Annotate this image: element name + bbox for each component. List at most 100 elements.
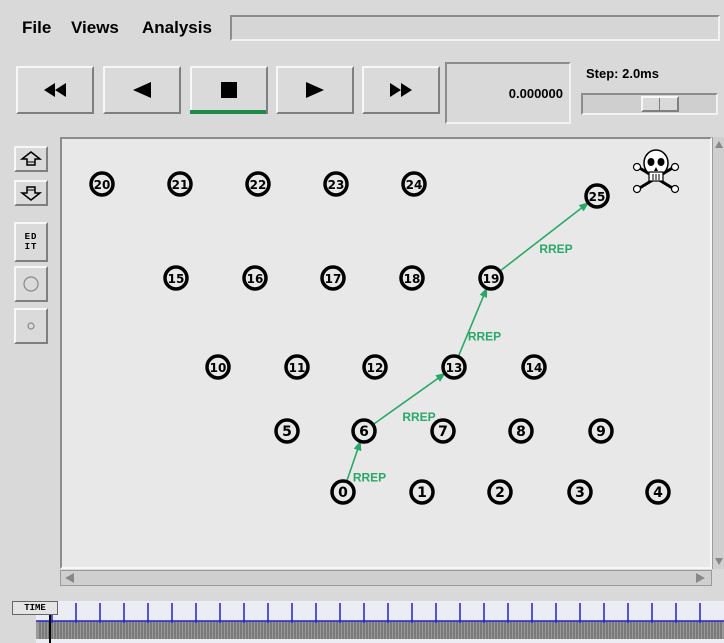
time-display: 0.000000 [445, 62, 571, 124]
network-node-12[interactable]: 12 [362, 354, 388, 380]
route-link-19-25 [499, 202, 590, 272]
node-label: 14 [526, 361, 543, 375]
stop-active-indicator [190, 110, 266, 114]
node-label: 15 [168, 272, 185, 286]
route-label: RREP [402, 410, 435, 424]
node-label: 1 [417, 485, 427, 501]
edit-label: ED IT [24, 232, 38, 252]
edit-button[interactable]: ED IT [14, 222, 48, 262]
network-canvas[interactable]: RREP RREP RREP RREP 0 1 2 3 4 5 6 7 8 9 10 11 12 13 14 15 1… [60, 137, 712, 569]
node-label: 7 [438, 424, 448, 440]
stop-button[interactable] [190, 66, 268, 114]
node-size-small-button[interactable] [14, 308, 48, 344]
zoom-out-icon [20, 186, 42, 201]
node-label: 13 [446, 361, 463, 375]
scroll-down-icon[interactable] [715, 558, 723, 565]
network-node-8[interactable]: 8 [508, 418, 534, 444]
menu-analysis-label: Analysis [142, 18, 212, 37]
step-label: Step: 2.0ms [586, 66, 659, 81]
network-node-2[interactable]: 2 [487, 479, 513, 505]
play-right-icon [306, 82, 324, 98]
horizontal-scrollbar[interactable] [60, 570, 712, 586]
network-node-25[interactable]: 25 [584, 183, 610, 209]
node-label: 20 [94, 178, 111, 192]
node-label: 8 [516, 424, 526, 440]
zoom-in-button[interactable] [14, 146, 48, 172]
network-node-10[interactable]: 10 [205, 354, 231, 380]
network-node-21[interactable]: 21 [167, 171, 193, 197]
node-label: 4 [653, 485, 663, 501]
node-label: 24 [406, 178, 423, 192]
scroll-up-icon[interactable] [715, 141, 723, 148]
double-left-icon [44, 83, 66, 97]
node-label: 17 [325, 272, 342, 286]
time-value: 0.000000 [508, 86, 563, 101]
network-node-22[interactable]: 22 [245, 171, 271, 197]
network-node-0[interactable]: 0 [330, 479, 356, 505]
vertical-scrollbar[interactable] [712, 137, 724, 569]
node-label: 21 [172, 178, 189, 192]
node-label: 25 [589, 190, 606, 204]
circle-small-icon [27, 322, 35, 330]
network-node-23[interactable]: 23 [323, 171, 349, 197]
network-node-6[interactable]: 6 [351, 418, 377, 444]
network-node-1[interactable]: 1 [409, 479, 435, 505]
menu-bar: File Views Analysis [0, 0, 724, 46]
network-node-13[interactable]: 13 [441, 354, 467, 380]
stop-square-icon [221, 82, 237, 98]
menu-file-label: File [22, 18, 52, 37]
rewind-button[interactable] [16, 66, 94, 114]
network-node-17[interactable]: 17 [320, 265, 346, 291]
menu-views[interactable]: Views [71, 18, 119, 38]
node-label: 22 [250, 178, 267, 192]
fast-forward-button[interactable] [362, 66, 440, 114]
play-button[interactable] [276, 66, 354, 114]
network-node-4[interactable]: 4 [645, 479, 671, 505]
node-size-large-button[interactable] [14, 266, 48, 302]
network-node-5[interactable]: 5 [274, 418, 300, 444]
node-label: 2 [495, 485, 505, 501]
timeline-label: TIME [12, 601, 58, 615]
network-node-24[interactable]: 24 [401, 171, 427, 197]
network-node-16[interactable]: 16 [242, 265, 268, 291]
network-node-9[interactable]: 9 [588, 418, 614, 444]
zoom-out-button[interactable] [14, 180, 48, 206]
network-node-19[interactable]: 19 [478, 265, 504, 291]
scroll-left-icon[interactable] [65, 573, 74, 583]
route-label: RREP [539, 242, 572, 256]
node-label: 10 [210, 361, 227, 375]
route-link-13-19 [457, 287, 488, 358]
network-node-11[interactable]: 11 [284, 354, 310, 380]
node-label: 18 [404, 272, 421, 286]
timeline[interactable]: TIME [12, 601, 724, 643]
route-label: RREP [468, 330, 501, 344]
network-node-18[interactable]: 18 [399, 265, 425, 291]
skull-crossbones-icon [632, 149, 680, 194]
timeline-ticks[interactable] [36, 601, 724, 643]
node-label: 12 [367, 361, 384, 375]
menu-file[interactable]: File [22, 18, 51, 38]
step-back-button[interactable] [103, 66, 181, 114]
network-node-3[interactable]: 3 [567, 479, 593, 505]
node-label: 5 [282, 424, 292, 440]
step-slider-thumb[interactable] [641, 96, 679, 112]
network-node-20[interactable]: 20 [89, 171, 115, 197]
play-left-icon [133, 82, 151, 98]
network-node-14[interactable]: 14 [521, 354, 547, 380]
node-label: 23 [328, 178, 345, 192]
network-node-7[interactable]: 7 [430, 418, 456, 444]
menu-analysis[interactable]: Analysis [142, 18, 212, 38]
network-node-15[interactable]: 15 [163, 265, 189, 291]
scroll-right-icon[interactable] [696, 573, 705, 583]
network-graph[interactable]: RREPRREPRREPRREP 0 1 2 3 45 6 7 8 910 11 12 13 1415 1… [62, 139, 710, 567]
menu-views-label: Views [71, 18, 119, 37]
node-label: 16 [247, 272, 264, 286]
node-label: 0 [338, 485, 348, 501]
double-right-icon [390, 83, 412, 97]
circle-large-icon [23, 276, 39, 292]
step-slider[interactable] [581, 93, 718, 115]
node-label: 11 [289, 361, 306, 375]
node-label: 9 [596, 424, 606, 440]
node-label: 3 [575, 485, 585, 501]
zoom-in-icon [20, 151, 42, 166]
